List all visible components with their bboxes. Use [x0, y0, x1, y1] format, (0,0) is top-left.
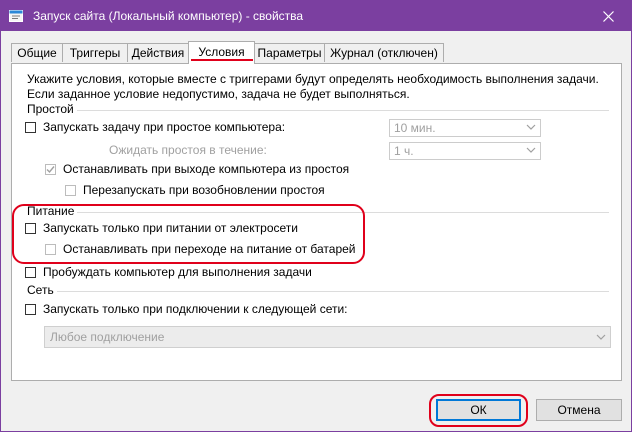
chevron-down-icon	[526, 147, 536, 153]
conditions-panel: Укажите условия, которые вместе с тригге…	[11, 63, 622, 381]
power-group-label: Питание	[27, 204, 78, 218]
checkmark-icon	[46, 166, 55, 174]
network-connection-combo[interactable]: Любое подключение	[44, 326, 611, 348]
cancel-button[interactable]: Отмена	[536, 399, 622, 421]
network-connection-value: Любое подключение	[50, 330, 165, 344]
chevron-down-icon	[526, 124, 536, 130]
wait-duration-combo[interactable]: 1 ч.	[389, 142, 541, 160]
close-button[interactable]	[585, 1, 631, 31]
tab-general[interactable]: Общие	[11, 43, 63, 62]
stop-if-not-idle-checkbox[interactable]	[45, 164, 56, 175]
tab-actions[interactable]: Действия	[127, 43, 189, 62]
window-title: Запуск сайта (Локальный компьютер) - сво…	[33, 9, 304, 23]
chevron-down-icon	[596, 334, 606, 340]
network-only-label: Запускать только при подключении к следу…	[43, 302, 348, 316]
power-group-rule	[27, 212, 609, 213]
start-if-idle-checkbox[interactable]	[25, 122, 36, 133]
ac-power-only-checkbox[interactable]	[25, 223, 36, 234]
idle-duration-combo[interactable]: 10 мин.	[389, 119, 541, 137]
wait-idle-label: Ожидать простоя в течение:	[109, 143, 267, 157]
stop-on-battery-checkbox[interactable]	[45, 244, 56, 255]
intro-line-2: Если заданное условие недопустимо, задач…	[27, 87, 410, 101]
network-only-checkbox[interactable]	[25, 304, 36, 315]
network-group-label: Сеть	[27, 283, 57, 297]
cancel-button-label: Отмена	[557, 403, 601, 417]
title-bar[interactable]: Запуск сайта (Локальный компьютер) - сво…	[1, 1, 631, 31]
properties-window: Запуск сайта (Локальный компьютер) - сво…	[0, 0, 632, 432]
stop-on-battery-label: Останавливать при переходе на питание от…	[63, 242, 356, 256]
stop-if-not-idle-label: Останавливать при выходе компьютера из п…	[63, 162, 350, 176]
close-icon	[602, 10, 614, 22]
network-group-rule	[27, 291, 609, 292]
ac-power-only-label: Запускать только при питании от электрос…	[43, 221, 298, 235]
tab-triggers[interactable]: Триггеры	[62, 43, 128, 62]
task-icon	[9, 9, 23, 23]
tab-settings[interactable]: Параметры	[254, 43, 325, 62]
ok-button-label: ОК	[470, 403, 487, 417]
idle-duration-value: 10 мин.	[394, 121, 436, 135]
wait-duration-value: 1 ч.	[394, 144, 414, 158]
start-if-idle-label: Запускать задачу при простое компьютера:	[43, 120, 286, 134]
idle-group-rule	[27, 110, 609, 111]
ok-button[interactable]: ОК	[436, 399, 521, 421]
restart-if-idle-checkbox[interactable]	[65, 185, 76, 196]
tab-history[interactable]: Журнал (отключен)	[324, 43, 444, 62]
restart-if-idle-label: Перезапускать при возобновлении простоя	[83, 183, 325, 197]
wake-computer-checkbox[interactable]	[25, 267, 36, 278]
intro-line-1: Укажите условия, которые вместе с тригге…	[27, 72, 599, 86]
idle-group-label: Простой	[27, 102, 77, 116]
tab-highlight-underline	[191, 59, 253, 61]
wake-computer-label: Пробуждать компьютер для выполнения зада…	[43, 265, 312, 279]
